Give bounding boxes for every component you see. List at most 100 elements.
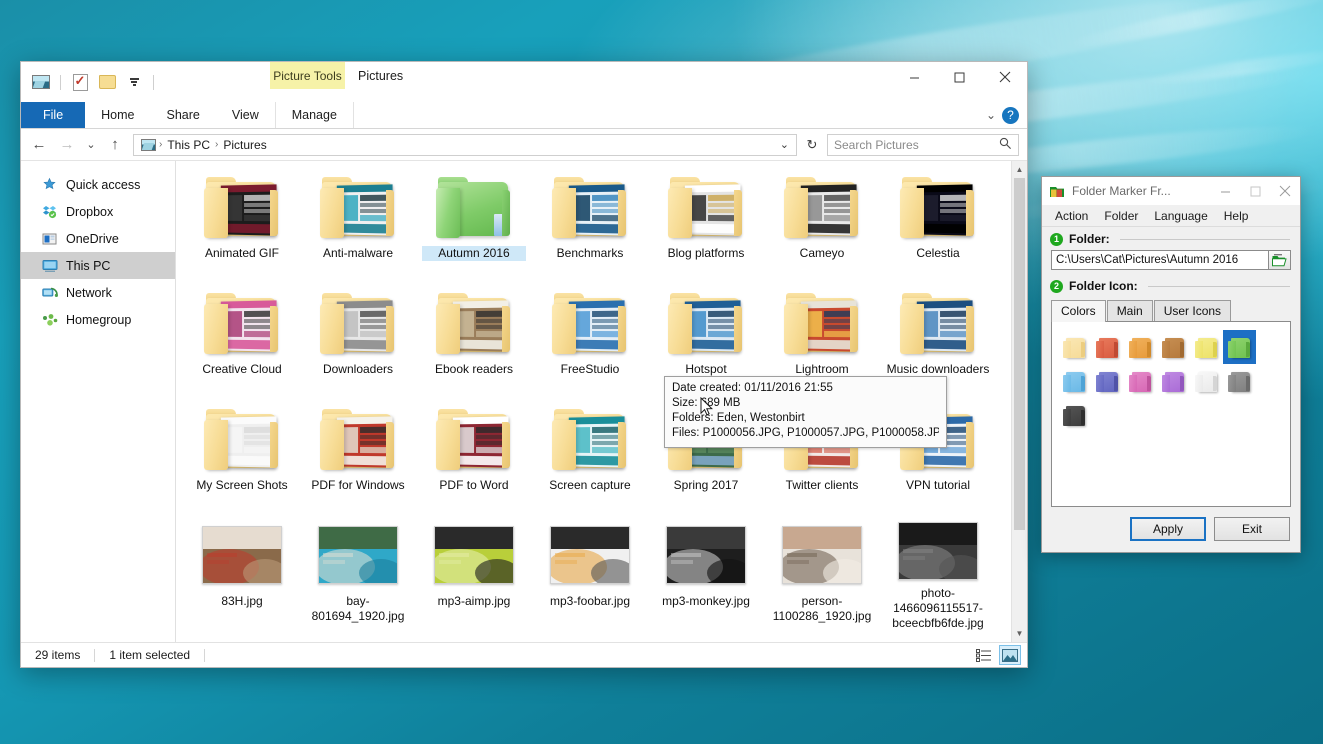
folder-item[interactable]: Blog platforms: [648, 167, 764, 283]
fm-close-button[interactable]: [1270, 177, 1300, 205]
menu-language[interactable]: Language: [1146, 209, 1215, 223]
color-icon-dark-gray[interactable]: [1058, 398, 1091, 432]
folder-item[interactable]: PDF to Word: [416, 399, 532, 515]
color-icon-brown[interactable]: [1157, 330, 1190, 364]
tab-user-icons[interactable]: User Icons: [1154, 300, 1231, 321]
dropbox-icon: [41, 203, 58, 220]
fm-maximize-button[interactable]: [1240, 177, 1270, 205]
open-folder-icon[interactable]: [1269, 250, 1291, 270]
item-label: Ebook readers: [422, 362, 526, 377]
close-button[interactable]: [982, 62, 1027, 92]
file-item[interactable]: 83H.jpg: [184, 515, 300, 631]
details-view-button[interactable]: [973, 645, 995, 665]
tab-home[interactable]: Home: [85, 102, 150, 128]
file-item[interactable]: mp3-aimp.jpg: [416, 515, 532, 631]
sidebar-item-dropbox[interactable]: Dropbox: [21, 198, 175, 225]
folder-item[interactable]: Anti-malware: [300, 167, 416, 283]
item-label: bay-801694_1920.jpg: [306, 594, 410, 624]
scrollbar-thumb[interactable]: [1014, 178, 1025, 530]
refresh-button[interactable]: ↻: [801, 134, 823, 156]
folder-item[interactable]: FreeStudio: [532, 283, 648, 399]
color-icon-green[interactable]: [1223, 330, 1256, 364]
color-icon-blue-violet[interactable]: [1091, 364, 1124, 398]
apply-button[interactable]: Apply: [1130, 517, 1206, 541]
fm-minimize-button[interactable]: [1210, 177, 1240, 205]
gray-folder-icon: [1228, 370, 1252, 393]
tab-colors[interactable]: Colors: [1051, 300, 1106, 322]
folder-item[interactable]: Cameyo: [764, 167, 880, 283]
address-field[interactable]: › This PC › Pictures ⌄: [133, 134, 797, 156]
up-button[interactable]: ↑: [103, 133, 127, 157]
sidebar-item-homegroup[interactable]: Homegroup: [21, 306, 175, 333]
recent-locations-button[interactable]: ⌄: [83, 133, 99, 157]
collapse-ribbon-icon[interactable]: ⌄: [986, 108, 996, 122]
file-item[interactable]: mp3-monkey.jpg: [648, 515, 764, 631]
tab-file[interactable]: File: [21, 102, 85, 128]
color-icon-orange[interactable]: [1124, 330, 1157, 364]
color-icon-default-yellow[interactable]: [1058, 330, 1091, 364]
minimize-button[interactable]: [892, 62, 937, 92]
address-dropdown-icon[interactable]: ⌄: [775, 138, 794, 151]
sidebar-item-network[interactable]: Network: [21, 279, 175, 306]
file-item[interactable]: bay-801694_1920.jpg: [300, 515, 416, 631]
folder-icon: [436, 292, 512, 354]
tab-share[interactable]: Share: [151, 102, 216, 128]
folder-item[interactable]: Benchmarks: [532, 167, 648, 283]
item-label: Creative Cloud: [190, 362, 294, 377]
folder-item[interactable]: Ebook readers: [416, 283, 532, 399]
file-item[interactable]: mp3-foobar.jpg: [532, 515, 648, 631]
breadcrumb-this-pc[interactable]: This PC: [163, 138, 214, 152]
menu-folder[interactable]: Folder: [1096, 209, 1146, 223]
folder-icon: [320, 408, 396, 470]
folder-item[interactable]: Creative Cloud: [184, 283, 300, 399]
pictures-properties-icon[interactable]: [31, 73, 51, 91]
properties-icon[interactable]: [70, 73, 90, 91]
item-label: Animated GIF: [190, 246, 294, 261]
tab-view[interactable]: View: [216, 102, 275, 128]
sidebar-item-quick-access[interactable]: Quick access: [21, 171, 175, 198]
folder-item[interactable]: Downloaders: [300, 283, 416, 399]
back-button[interactable]: ←: [27, 133, 51, 157]
color-icon-pink[interactable]: [1124, 364, 1157, 398]
folder-item[interactable]: Screen capture: [532, 399, 648, 515]
color-icon-gray[interactable]: [1223, 364, 1256, 398]
color-icon-purple[interactable]: [1157, 364, 1190, 398]
menu-help[interactable]: Help: [1216, 209, 1257, 223]
large-icons-view-button[interactable]: [999, 645, 1021, 665]
item-thumbnail: [545, 287, 635, 359]
menu-action[interactable]: Action: [1047, 209, 1096, 223]
color-icon-light-blue[interactable]: [1058, 364, 1091, 398]
maximize-button[interactable]: [937, 62, 982, 92]
sidebar-item-onedrive[interactable]: OneDrive: [21, 225, 175, 252]
folder-item[interactable]: Animated GIF: [184, 167, 300, 283]
color-icon-red[interactable]: [1091, 330, 1124, 364]
section-rule-2: [1148, 286, 1290, 287]
folder-item[interactable]: Celestia: [880, 167, 996, 283]
new-folder-icon[interactable]: [97, 73, 117, 91]
folder-path-input[interactable]: C:\Users\Cat\Pictures\Autumn 2016: [1051, 250, 1269, 270]
tab-manage[interactable]: Manage: [275, 102, 354, 128]
tab-main[interactable]: Main: [1107, 300, 1153, 321]
file-item[interactable]: photo-1466096115517-bceecbfb6fde.jpg: [880, 515, 996, 631]
vertical-scrollbar[interactable]: ▲ ▼: [1011, 161, 1027, 642]
search-input[interactable]: Search Pictures: [827, 134, 1019, 156]
exit-button[interactable]: Exit: [1214, 517, 1290, 541]
icon-selection-pane[interactable]: [1051, 321, 1291, 507]
folder-icon: [784, 292, 860, 354]
scroll-down-arrow[interactable]: ▼: [1012, 625, 1027, 642]
forward-button[interactable]: →: [55, 133, 79, 157]
file-list-view[interactable]: Animated GIF Anti-malwareAutumn 2016Bench…: [176, 161, 1027, 642]
scroll-up-arrow[interactable]: ▲: [1012, 161, 1027, 178]
help-icon[interactable]: ?: [1002, 107, 1019, 124]
folder-item[interactable]: Autumn 2016: [416, 167, 532, 283]
color-icon-white[interactable]: [1190, 364, 1223, 398]
folder-icon-section-header: 2 Folder Icon:: [1042, 270, 1300, 295]
folder-item[interactable]: PDF for Windows: [300, 399, 416, 515]
breadcrumb-pictures[interactable]: Pictures: [219, 138, 270, 152]
file-item[interactable]: person-1100286_1920.jpg: [764, 515, 880, 631]
folder-item[interactable]: My Screen Shots: [184, 399, 300, 515]
customize-qat-icon[interactable]: [124, 73, 144, 91]
sidebar-item-this-pc[interactable]: This PC: [21, 252, 175, 279]
color-icon-light-yellow[interactable]: [1190, 330, 1223, 364]
step-1-badge: 1: [1050, 233, 1063, 246]
